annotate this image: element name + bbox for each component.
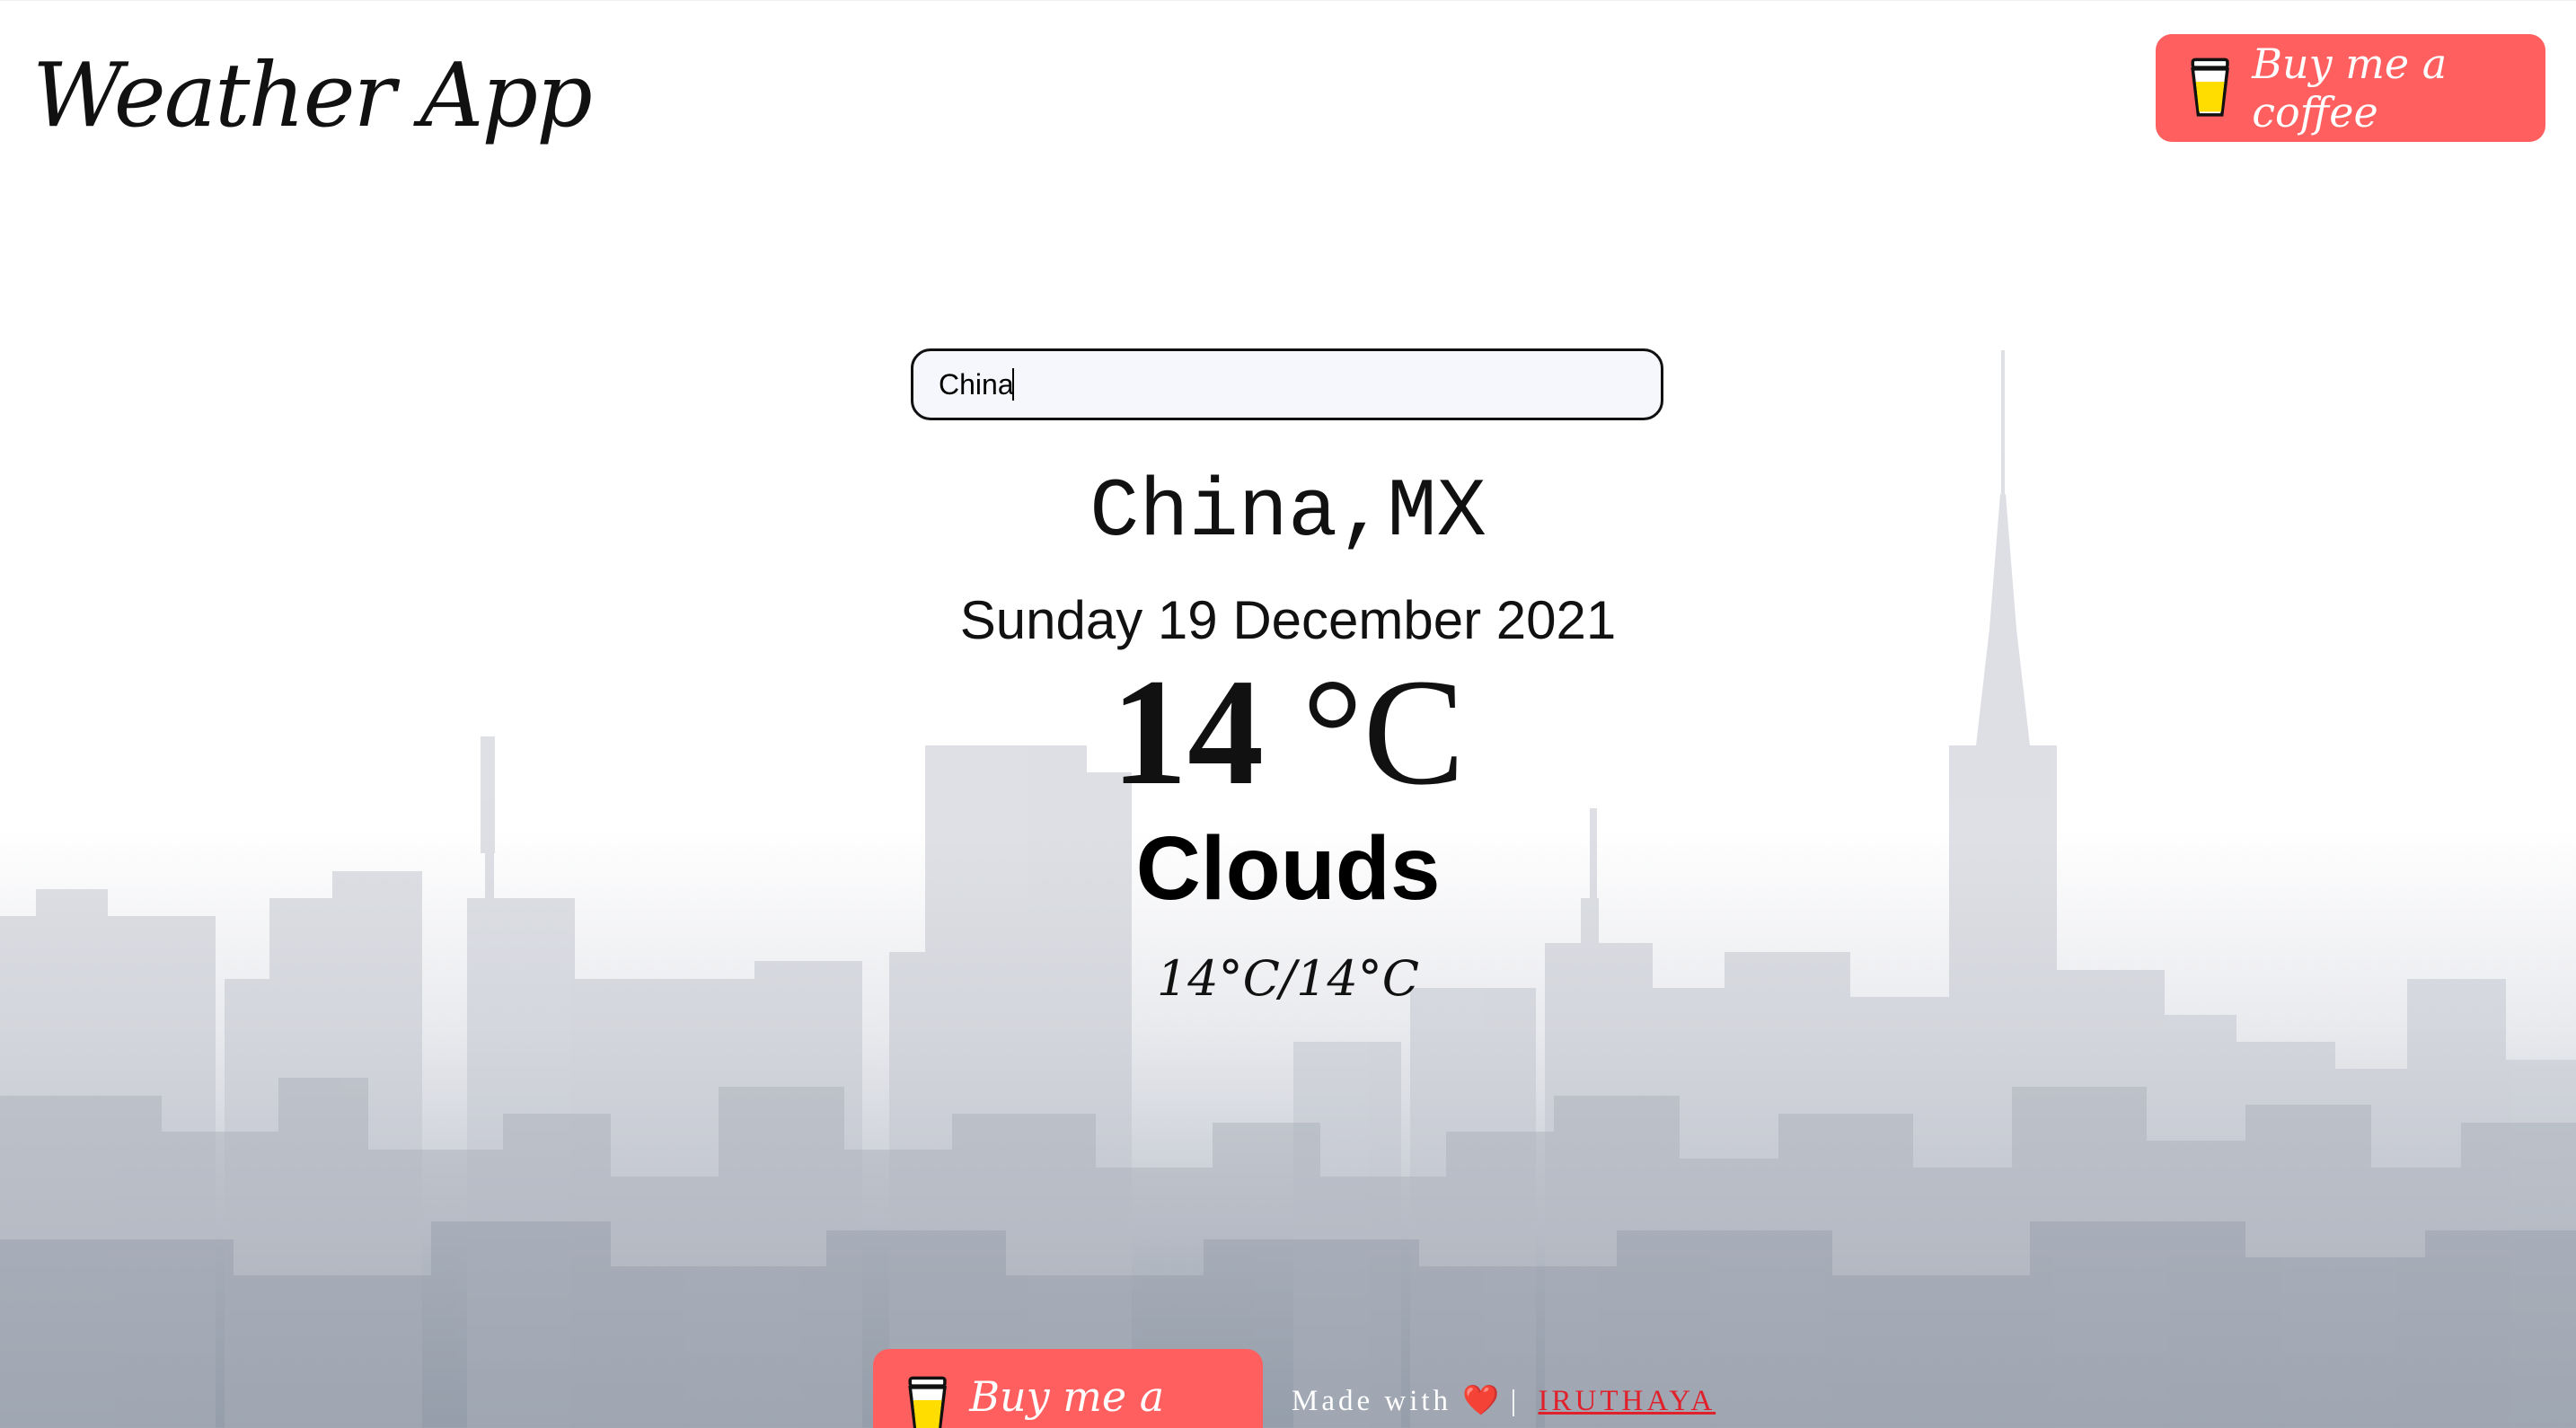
footer-credit: Made with ❤️ | IRUTHAYA bbox=[1292, 1383, 1716, 1418]
footer-separator: | bbox=[1510, 1385, 1521, 1417]
footer-coffee-button-label: Buy me a coffee bbox=[969, 1372, 1165, 1428]
coffee-cup-icon bbox=[908, 1376, 947, 1428]
temperature-unit: °C bbox=[1301, 648, 1465, 816]
temperature-value: 14 bbox=[1111, 648, 1265, 816]
weather-condition: Clouds bbox=[1135, 818, 1441, 919]
current-date: Sunday 19 December 2021 bbox=[959, 590, 1617, 650]
app-title: Weather App bbox=[32, 45, 593, 147]
buy-me-a-coffee-button[interactable]: Buy me a coffee bbox=[2156, 34, 2545, 142]
footer-buy-me-a-coffee-button[interactable]: Buy me a coffee bbox=[873, 1349, 1263, 1428]
temperature-range: 14°C/14°C bbox=[1156, 950, 1420, 1007]
search-input[interactable] bbox=[911, 348, 1663, 420]
text-caret bbox=[1012, 368, 1014, 401]
made-with-text: Made with bbox=[1292, 1385, 1452, 1417]
temperature: 14 °C bbox=[0, 656, 2576, 808]
location-name: China,MX bbox=[1090, 465, 1486, 560]
coffee-button-label: Buy me a coffee bbox=[2252, 40, 2448, 137]
author-link[interactable]: IRUTHAYA bbox=[1539, 1385, 1716, 1417]
heart-icon: ❤️ bbox=[1462, 1385, 1500, 1417]
coffee-cup-icon bbox=[2191, 57, 2229, 117]
